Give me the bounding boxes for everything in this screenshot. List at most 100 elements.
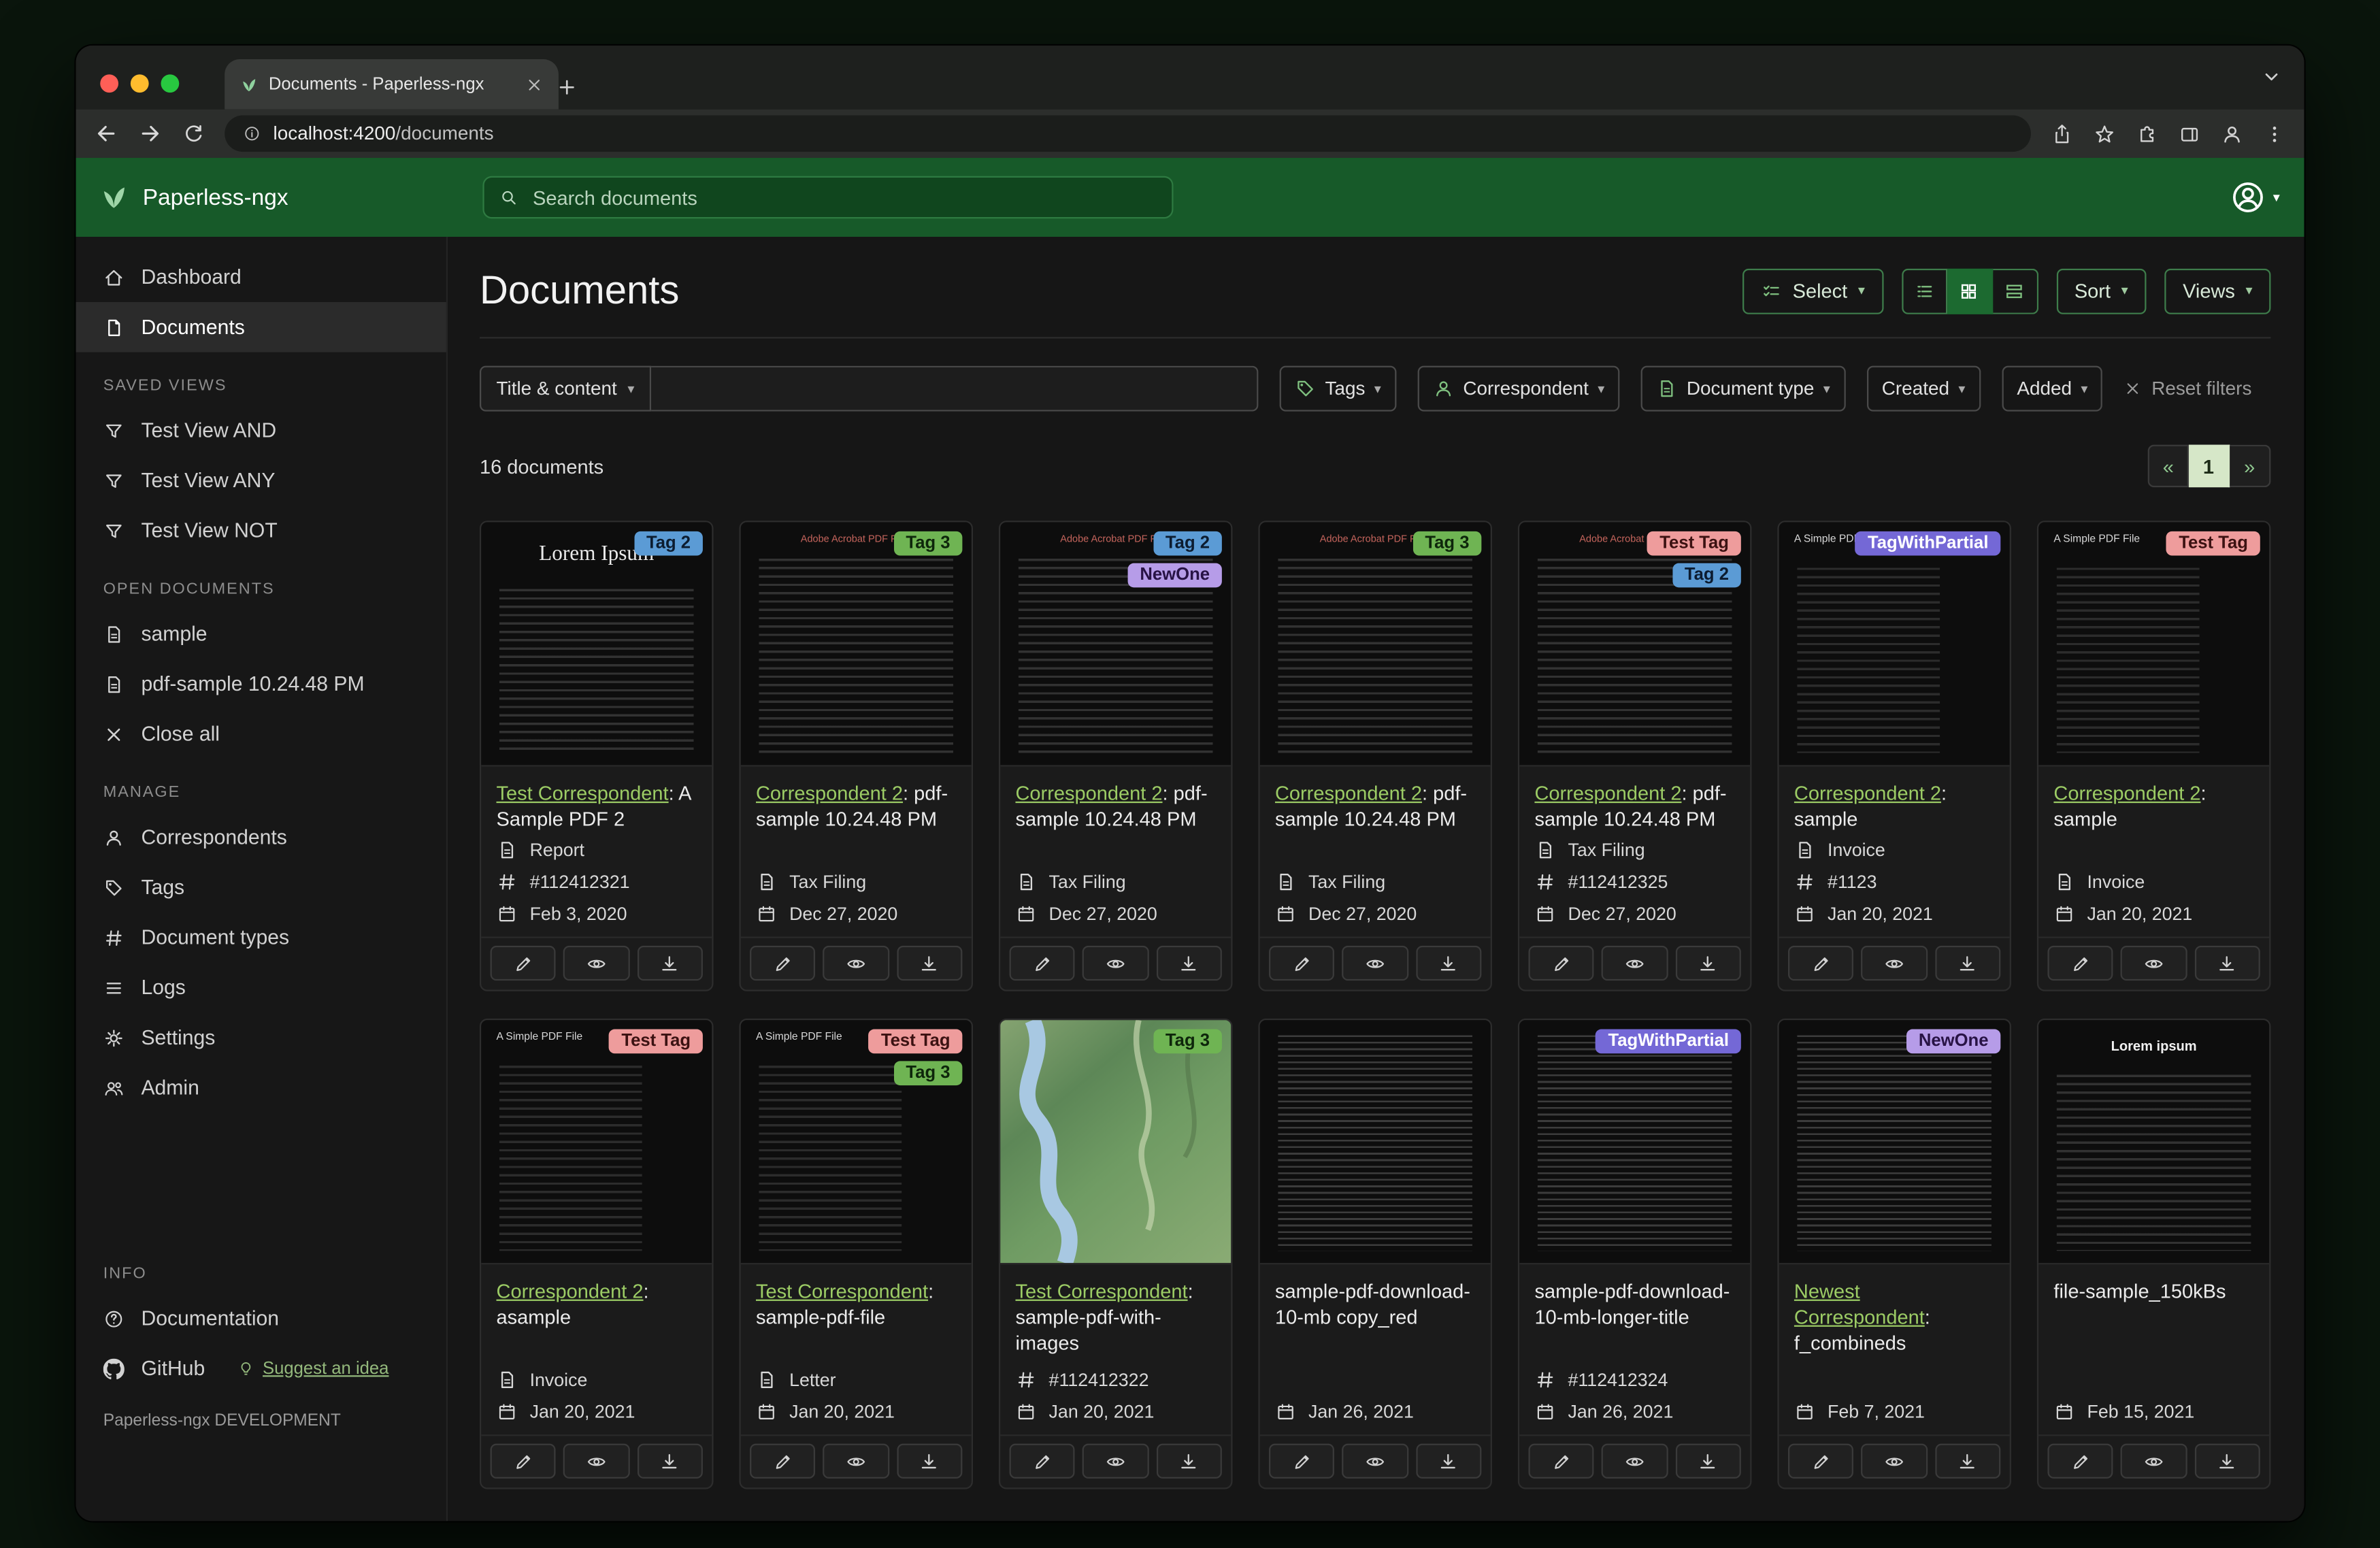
sidebar-item-github[interactable]: GitHub Suggest an idea — [76, 1343, 446, 1394]
side-panel-icon[interactable] — [2178, 122, 2200, 145]
sidebar-item-documents[interactable]: Documents — [76, 301, 446, 352]
edit-document-button[interactable] — [1528, 945, 1595, 981]
back-icon[interactable] — [94, 121, 118, 146]
correspondent-link[interactable]: Correspondent 2 — [2053, 782, 2200, 804]
correspondent-link[interactable]: Test Correspondent — [1015, 1280, 1187, 1302]
close-all-button[interactable]: Close all — [76, 709, 446, 759]
download-document-button[interactable] — [1934, 945, 2001, 981]
tag-badge[interactable]: Test Tag — [609, 1029, 703, 1054]
tag-badge[interactable]: Test Tag — [868, 1029, 963, 1054]
forward-icon[interactable] — [138, 121, 163, 146]
document-type-filter-button[interactable]: Document type ▾ — [1640, 365, 1846, 412]
tab-close-icon[interactable] — [525, 75, 544, 93]
document-thumbnail[interactable]: A Simple PDF File TagWithPartial — [1779, 522, 2010, 767]
edit-document-button[interactable] — [490, 1443, 557, 1479]
sidebar-item-open-doc-pdf-sample[interactable]: pdf-sample 10.24.48 PM — [76, 659, 446, 709]
edit-document-button[interactable] — [750, 1443, 816, 1479]
correspondent-link[interactable]: Test Correspondent — [756, 1280, 928, 1302]
correspondent-link[interactable]: Correspondent 2 — [1015, 782, 1162, 804]
tag-badge[interactable]: NewOne — [1906, 1029, 2001, 1054]
sidebar-item-test-view-not[interactable]: Test View NOT — [76, 506, 446, 556]
tag-badge[interactable]: Test Tag — [1647, 531, 1741, 556]
document-thumbnail[interactable]: Adobe Acrobat PDF Files Tag 3 — [1259, 522, 1491, 767]
sidebar-item-correspondents[interactable]: Correspondents — [76, 812, 446, 863]
correspondent-filter-button[interactable]: Correspondent ▾ — [1417, 365, 1620, 412]
correspondent-link[interactable]: Test Correspondent — [497, 782, 669, 804]
tags-filter-button[interactable]: Tags ▾ — [1279, 365, 1397, 412]
tag-badge[interactable]: TagWithPartial — [1855, 531, 2001, 556]
sidebar-item-test-view-any[interactable]: Test View ANY — [76, 455, 446, 506]
view-document-button[interactable] — [1082, 1443, 1149, 1479]
correspondent-link[interactable]: Correspondent 2 — [756, 782, 903, 804]
download-document-button[interactable] — [637, 945, 703, 981]
share-icon[interactable] — [2051, 122, 2073, 145]
view-document-button[interactable] — [1861, 1443, 1928, 1479]
sidebar-item-logs[interactable]: Logs — [76, 962, 446, 1012]
created-filter-button[interactable]: Created ▾ — [1866, 365, 1981, 412]
download-document-button[interactable] — [1675, 945, 1741, 981]
view-document-button[interactable] — [1602, 945, 1668, 981]
edit-document-button[interactable] — [750, 945, 816, 981]
tag-badge[interactable]: TagWithPartial — [1596, 1029, 1741, 1054]
document-thumbnail[interactable]: Adobe Acrobat PDF Files Tag 3 — [740, 522, 972, 767]
correspondent-link[interactable]: Correspondent 2 — [1275, 782, 1422, 804]
download-document-button[interactable] — [1675, 1443, 1741, 1479]
download-document-button[interactable] — [896, 945, 963, 981]
view-document-button[interactable] — [823, 1443, 889, 1479]
window-close-button[interactable] — [100, 74, 119, 93]
document-thumbnail[interactable]: Adobe Acrobat PDF Files Test Tag Tag 2 — [1519, 522, 1751, 767]
extensions-icon[interactable] — [2136, 122, 2158, 145]
select-button[interactable]: Select ▾ — [1742, 267, 1883, 314]
correspondent-link[interactable]: Correspondent 2 — [497, 1280, 644, 1302]
pagination-prev-button[interactable]: « — [2147, 444, 2189, 488]
sidebar-item-documentation[interactable]: Documentation — [76, 1294, 446, 1344]
download-document-button[interactable] — [637, 1443, 703, 1479]
view-grid-button[interactable] — [1947, 267, 1993, 314]
sidebar-item-tags[interactable]: Tags — [76, 862, 446, 912]
correspondent-link[interactable]: Newest Correspondent — [1794, 1280, 1925, 1329]
added-filter-button[interactable]: Added ▾ — [2002, 365, 2103, 412]
tag-badge[interactable]: Tag 3 — [893, 1061, 963, 1086]
view-document-button[interactable] — [1342, 1443, 1408, 1479]
sidebar-item-open-doc-sample[interactable]: sample — [76, 609, 446, 659]
edit-document-button[interactable] — [1009, 945, 1076, 981]
download-document-button[interactable] — [1156, 1443, 1222, 1479]
tag-badge[interactable]: Tag 3 — [893, 531, 963, 556]
tag-badge[interactable]: Tag 3 — [1153, 1029, 1222, 1054]
document-thumbnail[interactable]: A Simple PDF File Test Tag — [2038, 522, 2270, 767]
reload-icon[interactable] — [182, 122, 205, 145]
sidebar-item-admin[interactable]: Admin — [76, 1063, 446, 1113]
sidebar-item-test-view-and[interactable]: Test View AND — [76, 406, 446, 456]
edit-document-button[interactable] — [1269, 1443, 1335, 1479]
brand[interactable]: Paperless-ngx — [99, 182, 288, 213]
edit-document-button[interactable] — [2047, 1443, 2114, 1479]
filter-text-input[interactable] — [650, 365, 1259, 412]
document-thumbnail[interactable]: A Simple PDF File Test Tag — [481, 1020, 712, 1265]
download-document-button[interactable] — [2194, 1443, 2260, 1479]
download-document-button[interactable] — [1415, 1443, 1482, 1479]
edit-document-button[interactable] — [1009, 1443, 1076, 1479]
download-document-button[interactable] — [1934, 1443, 2001, 1479]
tag-badge[interactable]: Tag 3 — [1412, 531, 1482, 556]
view-document-button[interactable] — [563, 1443, 630, 1479]
browser-profile-icon[interactable] — [2221, 122, 2243, 145]
sort-button[interactable]: Sort ▾ — [2056, 267, 2147, 314]
bookmark-star-icon[interactable] — [2093, 122, 2115, 145]
view-details-button[interactable] — [1992, 267, 2038, 314]
view-document-button[interactable] — [1342, 945, 1408, 981]
edit-document-button[interactable] — [1269, 945, 1335, 981]
tag-badge[interactable]: Tag 2 — [1672, 563, 1741, 588]
suggest-idea-link[interactable]: Suggest an idea — [237, 1360, 389, 1378]
correspondent-link[interactable]: Correspondent 2 — [1534, 782, 1681, 804]
edit-document-button[interactable] — [1528, 1443, 1595, 1479]
view-document-button[interactable] — [1602, 1443, 1668, 1479]
download-document-button[interactable] — [1415, 945, 1482, 981]
tag-badge[interactable]: Test Tag — [2166, 531, 2260, 556]
user-menu[interactable]: ▾ — [2230, 179, 2280, 216]
search-input[interactable] — [529, 184, 1157, 210]
browser-tab[interactable]: Documents - Paperless-ngx — [225, 59, 559, 110]
browser-menu-icon[interactable] — [2263, 122, 2285, 145]
window-zoom-button[interactable] — [161, 74, 180, 93]
document-thumbnail[interactable]: TagWithPartial — [1519, 1020, 1751, 1265]
edit-document-button[interactable] — [2047, 945, 2114, 981]
